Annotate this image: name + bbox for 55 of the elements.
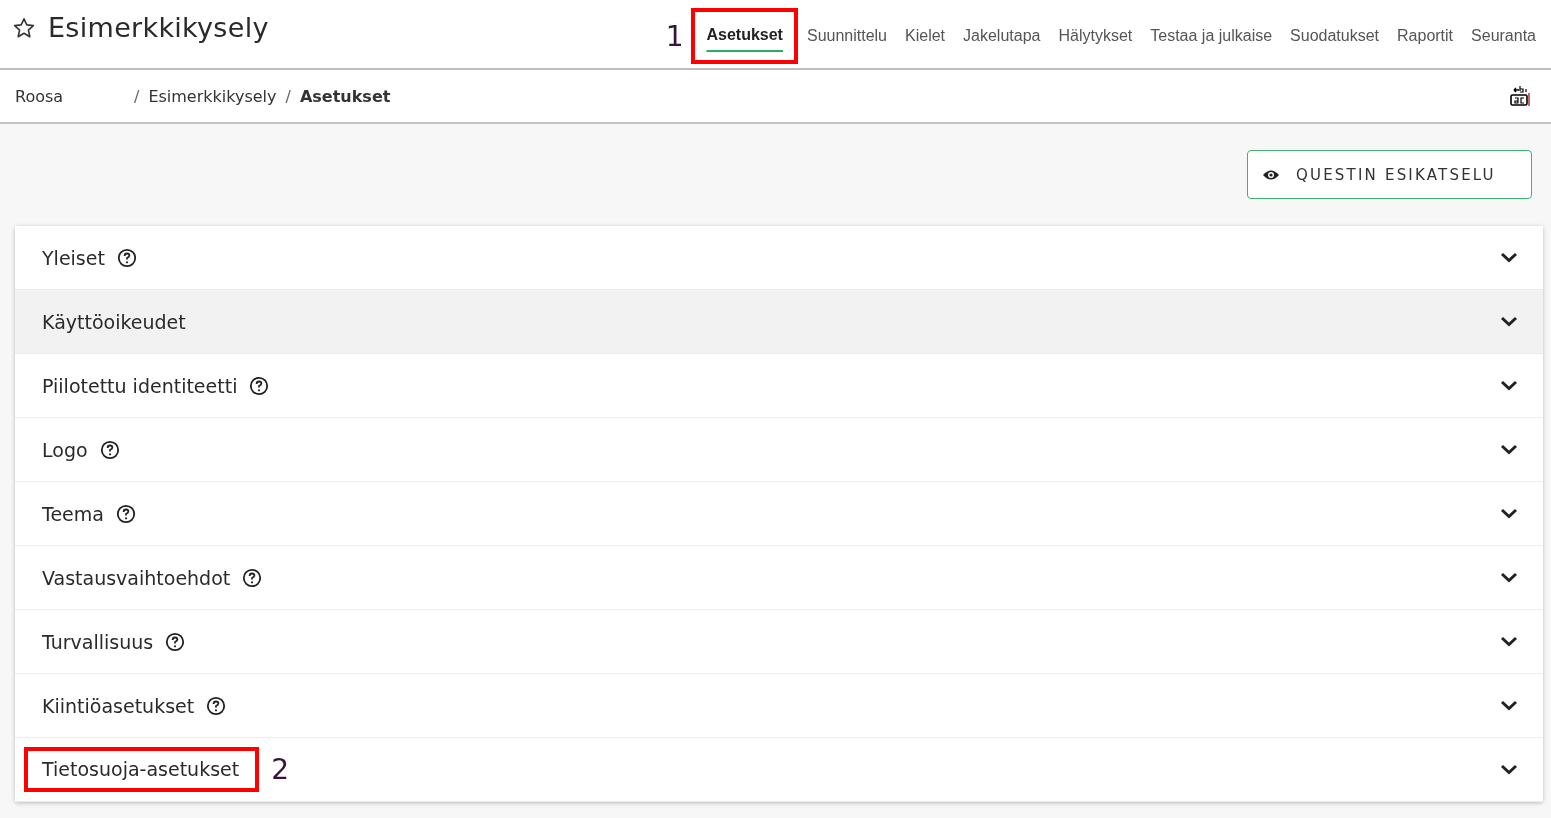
help-icon[interactable] bbox=[206, 695, 227, 716]
callout-number: 1 bbox=[665, 19, 684, 53]
nav-tab[interactable]: Suunnittelu bbox=[797, 17, 896, 55]
chevron-down-icon[interactable] bbox=[1500, 764, 1518, 775]
section-title: Turvallisuus bbox=[42, 630, 154, 653]
help-icon[interactable] bbox=[242, 567, 263, 588]
chevron-down-icon[interactable] bbox=[1500, 636, 1518, 647]
section-title: Teema bbox=[42, 502, 104, 525]
section-title: Piilotettu identiteetti bbox=[42, 374, 238, 397]
help-icon[interactable] bbox=[115, 503, 136, 524]
section-title: Käyttöoikeudet bbox=[42, 310, 186, 333]
section-title: Tietosuoja-asetukset bbox=[42, 758, 240, 780]
accordion-row[interactable]: Vastausvaihtoehdot bbox=[15, 546, 1543, 610]
chevron-down-icon[interactable] bbox=[1500, 252, 1518, 263]
accordion-row[interactable]: Käyttöoikeudet bbox=[15, 290, 1543, 354]
accordion-row[interactable]: Logo bbox=[15, 418, 1543, 482]
survey-title: Esimerkkikysely bbox=[48, 12, 269, 43]
chevron-down-icon[interactable] bbox=[1500, 444, 1518, 455]
nav-tab[interactable]: Asetukset bbox=[697, 16, 792, 54]
section-title: Kiintiöasetukset bbox=[42, 694, 195, 717]
eye-icon bbox=[1262, 168, 1280, 181]
breadcrumb-separator: / bbox=[134, 86, 140, 106]
help-icon[interactable] bbox=[165, 631, 186, 652]
text-replace-icon[interactable] bbox=[1509, 84, 1531, 108]
nav-tab[interactable]: Suodatukset bbox=[1281, 17, 1389, 55]
nav-tab[interactable]: Jakelutapa bbox=[954, 17, 1050, 55]
accordion-row[interactable]: Turvallisuus bbox=[15, 610, 1543, 674]
chevron-down-icon[interactable] bbox=[1500, 316, 1518, 327]
breadcrumb-item: Asetukset bbox=[299, 86, 391, 106]
breadcrumb-item[interactable]: Roosa bbox=[15, 86, 125, 106]
chevron-down-icon[interactable] bbox=[1500, 700, 1518, 711]
nav-tab[interactable]: Raportit bbox=[1388, 17, 1463, 55]
nav-tab[interactable]: Hälytykset bbox=[1049, 17, 1142, 55]
preview-button[interactable]: QUESTIN ESIKATSELU bbox=[1247, 150, 1532, 199]
accordion-row[interactable]: Piilotettu identiteetti bbox=[15, 354, 1543, 418]
chevron-down-icon[interactable] bbox=[1500, 572, 1518, 583]
breadcrumb-separator: / bbox=[285, 86, 291, 106]
chevron-down-icon[interactable] bbox=[1500, 508, 1518, 519]
accordion-row[interactable]: Kiintiöasetukset bbox=[15, 674, 1543, 738]
accordion-row[interactable]: Tietosuoja-asetukset 2 bbox=[15, 738, 1543, 802]
accordion-row[interactable]: Yleiset bbox=[15, 226, 1543, 290]
help-icon[interactable] bbox=[249, 375, 270, 396]
callout-number: 2 bbox=[271, 753, 289, 786]
nav-tab[interactable]: Seuranta bbox=[1462, 17, 1545, 55]
nav-tab[interactable]: Kielet bbox=[896, 17, 955, 55]
nav-tab[interactable]: Testaa ja julkaise bbox=[1141, 17, 1282, 55]
section-title: Logo bbox=[42, 438, 88, 461]
star-icon[interactable] bbox=[12, 15, 36, 40]
section-title: Yleiset bbox=[42, 246, 105, 269]
section-title: Vastausvaihtoehdot bbox=[42, 566, 231, 589]
help-icon[interactable] bbox=[99, 439, 120, 460]
help-icon[interactable] bbox=[116, 247, 137, 268]
accordion-row[interactable]: Teema bbox=[15, 482, 1543, 546]
chevron-down-icon[interactable] bbox=[1500, 380, 1518, 391]
breadcrumb-item[interactable]: Esimerkkikysely bbox=[148, 86, 277, 106]
